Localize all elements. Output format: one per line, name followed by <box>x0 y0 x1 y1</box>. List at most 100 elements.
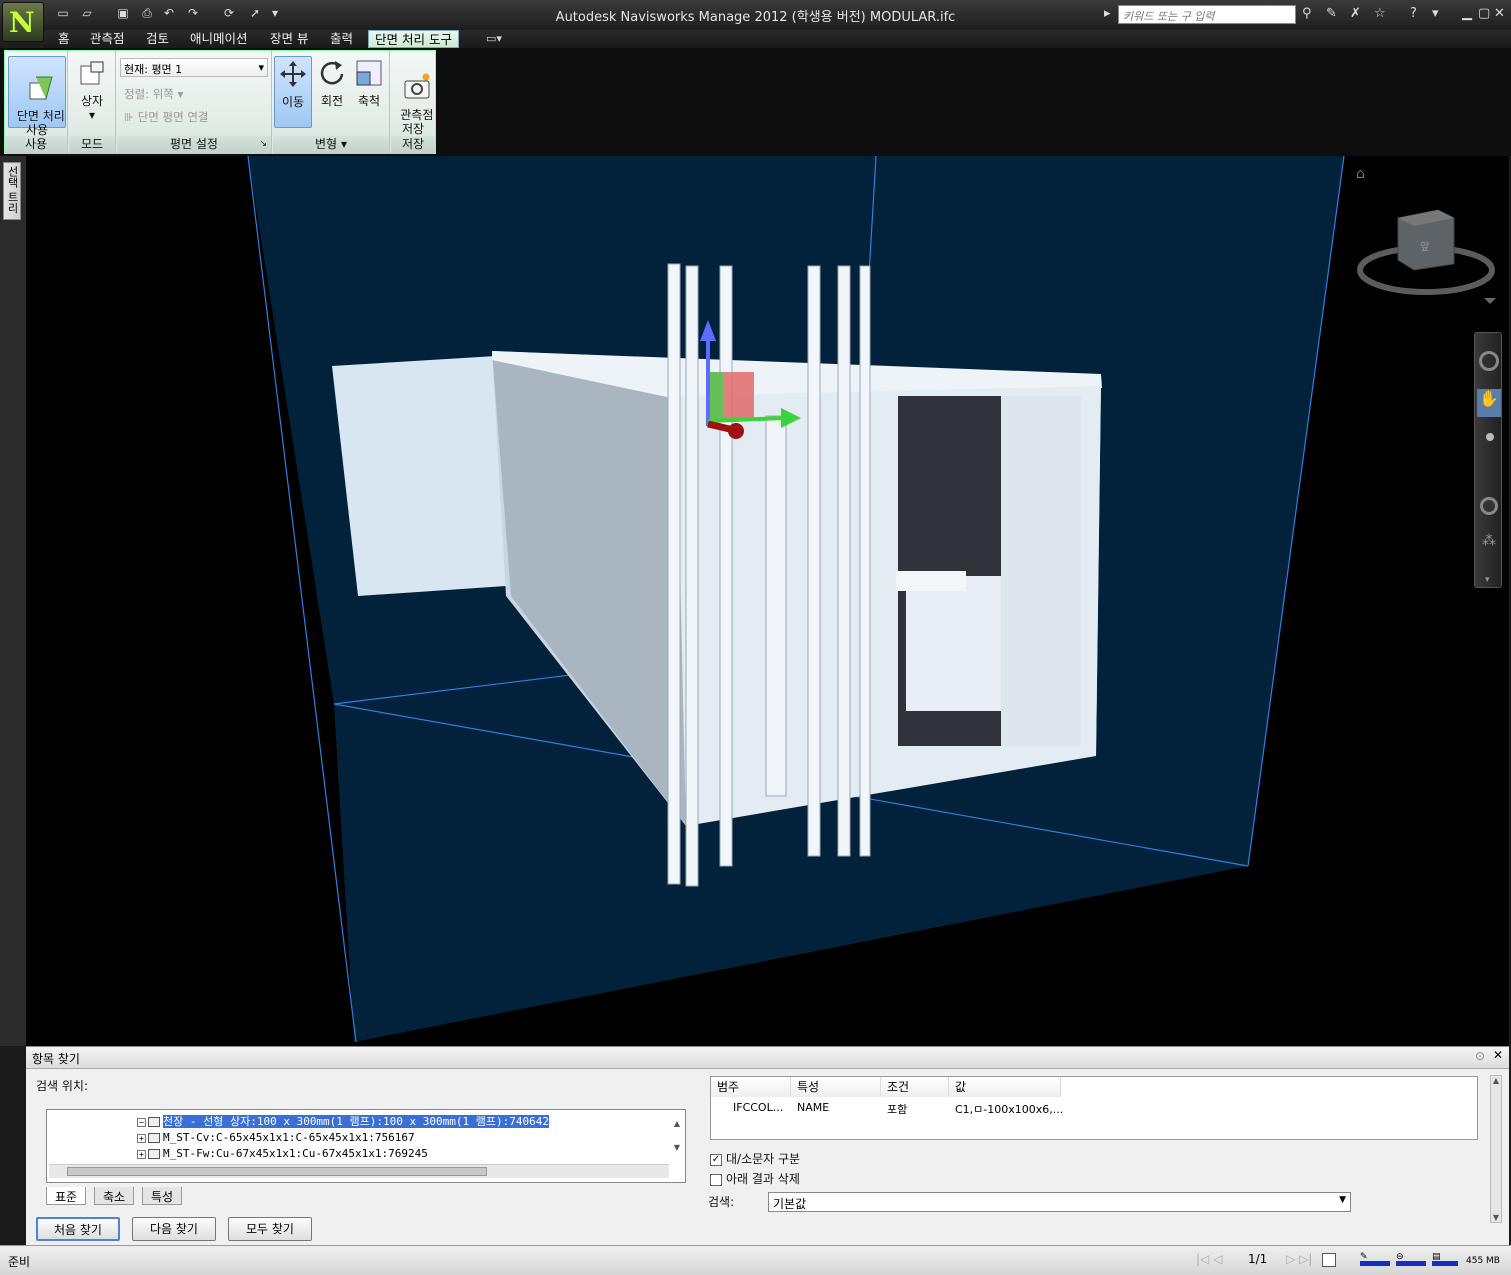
expand-icon[interactable]: + <box>137 1133 146 1143</box>
dialog-launcher-icon[interactable]: ↘ <box>259 136 267 153</box>
expand-icon[interactable]: + <box>137 1149 146 1159</box>
object-icon <box>148 1117 160 1127</box>
selection-tree-tab[interactable]: 선택 트리 <box>3 162 21 220</box>
navbar-menu-icon[interactable]: ▾ <box>1485 575 1490 585</box>
orbit-icon[interactable] <box>1480 497 1498 515</box>
tree-row[interactable]: + M_ST-Fw:Cu-67x45x1x1:Cu-67x45x1x1:76924… <box>137 1146 428 1161</box>
horizontal-scrollbar[interactable] <box>49 1164 669 1178</box>
tab-sectioning-tools[interactable]: 단면 처리 도구 <box>368 30 459 48</box>
find-next-button[interactable]: 다음 찾기 <box>132 1217 216 1241</box>
tree-row[interactable]: + M_ST-Cv:C-65x45x1x1:C-65x45x1x1:756167 <box>137 1130 415 1145</box>
ribbon-minimize-icon[interactable]: ▭▾ <box>486 32 502 45</box>
navigation-bar: ✋ ⁂ ▾ <box>1474 332 1502 588</box>
application-menu-button[interactable]: N <box>2 2 44 42</box>
cell-value[interactable]: C1,ㅁ-100x100x6,... <box>955 1101 1063 1117</box>
panel-vertical-scrollbar[interactable]: ▲ ▼ <box>1490 1075 1502 1223</box>
help-icon[interactable]: ? <box>1410 6 1417 21</box>
web-server-progress-icon: ▤ <box>1432 1252 1458 1270</box>
find-all-button[interactable]: 모두 찾기 <box>228 1217 312 1241</box>
search-mode-select[interactable]: 기본값 ▼ <box>768 1192 1351 1212</box>
box-dropdown-icon: ▾ <box>88 108 96 122</box>
model-sink-cabinet <box>906 576 1001 711</box>
find-first-button[interactable]: 처음 찾기 <box>36 1217 120 1241</box>
favorites-star-icon[interactable]: ☆ <box>1374 6 1386 21</box>
column-header-value[interactable]: 값 <box>949 1077 1061 1097</box>
last-sheet-icon[interactable]: ▷ ▷| <box>1286 1252 1312 1266</box>
search-mode-label: 검색: <box>708 1195 735 1209</box>
tab-home[interactable]: 홈 <box>52 30 76 48</box>
align-dropdown[interactable]: 정렬: 위쪽 ▾ <box>124 86 183 102</box>
camera-icon <box>404 73 430 99</box>
search-conditions-grid[interactable]: 범주 특성 조건 값 IFCCOL... NAME 포함 C1,ㅁ-100x10… <box>710 1076 1478 1140</box>
cell-category[interactable]: IFCCOL... <box>733 1101 783 1114</box>
communication-icon[interactable]: ✗ <box>1350 6 1361 21</box>
zoom-icon[interactable] <box>1486 433 1494 441</box>
disk-progress-icon: ⊖ <box>1396 1252 1426 1270</box>
search-in-label: 검색 위치: <box>36 1079 89 1093</box>
pin-icon[interactable]: ⊙ <box>1475 1049 1485 1063</box>
binoculars-icon[interactable]: ⚲ <box>1302 6 1312 21</box>
cell-property[interactable]: NAME <box>797 1101 829 1114</box>
column-header-category[interactable]: 범주 <box>711 1077 791 1097</box>
cell-condition[interactable]: 포함 <box>887 1101 907 1117</box>
tab-review[interactable]: 검토 <box>140 30 175 48</box>
rotate-button[interactable]: 회전 <box>314 56 350 128</box>
find-items-panel: 항목 찾기 ⊙ ✕ 검색 위치: − 천장 - 선형 상자:100 x 300mm… <box>26 1046 1509 1245</box>
move-button[interactable]: 이동 <box>274 56 312 128</box>
tab-viewpoint[interactable]: 관측점 <box>84 30 131 48</box>
tab-standard[interactable]: 표준 <box>46 1187 87 1205</box>
group-label-mode: 모드 <box>69 136 115 154</box>
enable-sectioning-button[interactable]: 단면 처리 사용 <box>8 56 66 137</box>
search-tree[interactable]: − 천장 - 선형 상자:100 x 300mm(1 램프):100 x 300m… <box>46 1109 686 1183</box>
match-case-checkbox[interactable]: ✓ <box>710 1153 722 1166</box>
left-dock-strip <box>0 156 26 1046</box>
scale-button[interactable]: 축척 <box>352 56 386 128</box>
close-panel-icon[interactable]: ✕ <box>1493 1048 1503 1062</box>
link-planes-icon: ⊪ <box>124 110 135 124</box>
column-header-property[interactable]: 특성 <box>791 1077 881 1097</box>
3d-viewport[interactable]: ⌂ 앞 <box>26 155 1509 1046</box>
box-mode-button[interactable]: 상자 ▾ <box>72 56 112 128</box>
column-header-condition[interactable]: 조건 <box>881 1077 949 1097</box>
search-input[interactable]: 키워드 또는 구 입력 <box>1118 5 1296 24</box>
scrollbar-thumb[interactable] <box>67 1167 487 1176</box>
pan-hand-icon[interactable]: ✋ <box>1477 389 1501 417</box>
tab-compact[interactable]: 축소 <box>94 1187 135 1205</box>
collapse-icon[interactable]: − <box>137 1117 146 1127</box>
subscription-icon[interactable]: ✎ <box>1326 6 1337 21</box>
help-dropdown-icon[interactable]: ▾ <box>1432 6 1439 21</box>
group-label-transform[interactable]: 변형 ▾ <box>273 136 389 154</box>
match-case-option[interactable]: ✓ 대/소문자 구분 <box>710 1150 800 1167</box>
model-side-panel <box>332 356 506 596</box>
viewcube-front-label: 앞 <box>1420 241 1429 253</box>
steering-wheel-icon[interactable] <box>1479 351 1499 371</box>
select-arrow-icon: ▼ <box>1339 1195 1346 1205</box>
tree-row[interactable]: − 천장 - 선형 상자:100 x 300mm(1 램프):100 x 300m… <box>137 1114 549 1129</box>
close-window-icon[interactable]: ✕ <box>1494 6 1505 21</box>
tab-output[interactable]: 출력 <box>324 30 359 48</box>
current-plane-dropdown[interactable]: 현재: 평면 1 ▾ <box>120 58 268 77</box>
tab-properties[interactable]: 특성 <box>142 1187 183 1205</box>
scene-canvas: ⌂ 앞 <box>247 155 1496 1043</box>
vertical-scrollbar[interactable]: ▲ ▼ <box>671 1112 683 1162</box>
sheet-browser-icon[interactable] <box>1322 1253 1336 1267</box>
gizmo-plane-green <box>709 372 723 420</box>
save-viewpoint-button[interactable]: 관측점 저장 <box>392 56 434 136</box>
viewcube-menu-icon[interactable] <box>1484 298 1496 304</box>
walk-footprints-icon[interactable]: ⁂ <box>1482 533 1496 549</box>
tab-animation[interactable]: 애니메이션 <box>184 30 254 48</box>
page-indicator: 1/1 <box>1248 1252 1268 1266</box>
maximize-icon[interactable]: ▢ <box>1478 6 1490 21</box>
pencil-progress-icon: ✎ <box>1360 1252 1390 1270</box>
search-expand-icon[interactable]: ▸ <box>1104 6 1111 21</box>
home-view-icon[interactable]: ⌂ <box>1356 166 1365 182</box>
group-label-enable: 사용 <box>5 136 67 154</box>
first-sheet-icon[interactable]: |◁ ◁ <box>1196 1252 1222 1266</box>
minimize-icon[interactable]: ▁ <box>1462 6 1472 21</box>
prune-below-checkbox[interactable] <box>710 1173 722 1186</box>
link-section-planes-button[interactable]: ⊪ 단면 평면 연결 <box>124 109 208 125</box>
tab-scene-view[interactable]: 장면 뷰 <box>264 30 314 48</box>
dropdown-arrow-icon: ▾ <box>258 61 264 74</box>
prune-below-option[interactable]: 아래 결과 삭제 <box>710 1170 800 1187</box>
move-arrows-icon <box>280 61 306 87</box>
